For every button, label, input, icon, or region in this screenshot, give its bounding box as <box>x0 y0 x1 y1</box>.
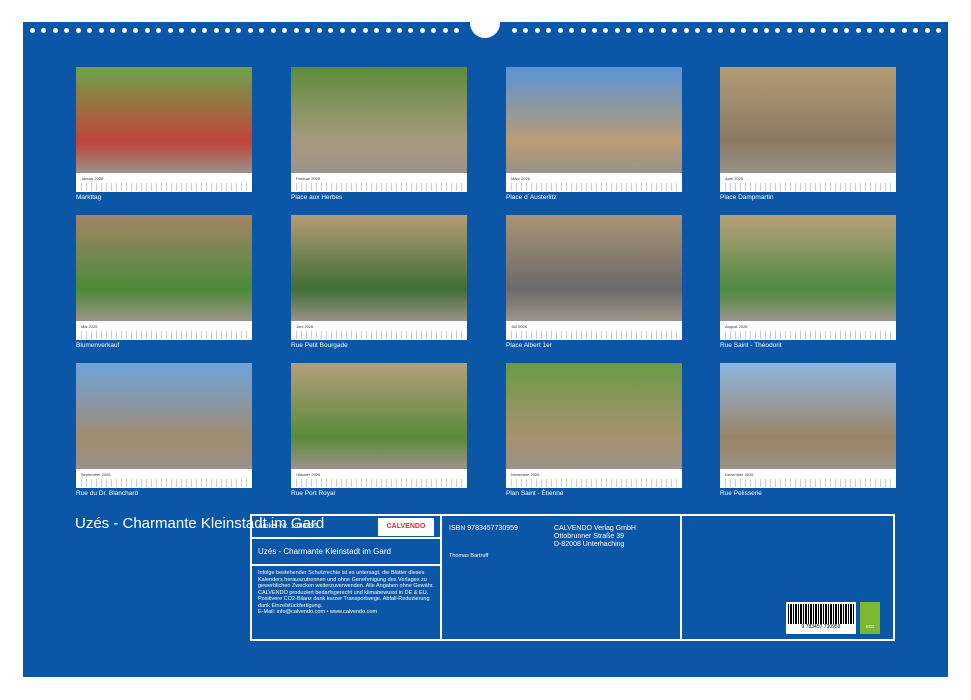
calendar-grid: Dezember 2026 <box>720 469 896 488</box>
photo-caption: Plan Saint - Étienne <box>506 490 682 497</box>
publisher-name: CALVENDO Verlag GmbH <box>554 525 636 533</box>
calendar-grid: Juni 2026 <box>291 321 467 340</box>
photo-caption: Place Albert 1er <box>506 342 682 349</box>
month-photo <box>291 215 467 321</box>
month-label: Juni <box>296 324 303 329</box>
photo-caption: Rue Petit Bourgade <box>291 342 467 349</box>
month-label: Juli <box>511 324 517 329</box>
month-photo <box>720 363 896 469</box>
month-label: August <box>725 324 737 329</box>
eco-leaf-icon: eco <box>860 602 880 634</box>
photo-caption: Rue Saint - Théodorit <box>720 342 896 349</box>
month-page: Februar 2026 Place aux Herbes <box>291 67 467 201</box>
photo-caption: Rue du Dr. Blanchard <box>76 490 252 497</box>
calendar-grid: Mai 2026 <box>76 321 252 340</box>
month-photo <box>76 215 252 321</box>
calendar-grid: Oktober 2026 <box>291 469 467 488</box>
calendar-grid: Februar 2026 <box>291 173 467 192</box>
author: Thomas Bartruff <box>449 553 488 559</box>
month-label: Oktober <box>296 472 310 477</box>
publisher-city: D-82008 Unterhaching <box>554 541 636 549</box>
month-page: Dezember 2026 Rue Pelisserie <box>720 363 896 497</box>
month-photo <box>506 215 682 321</box>
month-label: November <box>511 472 529 477</box>
month-page: September 2026 Rue du Dr. Blanchard <box>76 363 252 497</box>
month-photo <box>506 67 682 173</box>
month-page: April 2026 Place Dampmartin <box>720 67 896 201</box>
legal-text: Infolge bestehender Schutzrechte ist es … <box>258 570 434 609</box>
contact-text: E-Mail: info@calvendo.com • www.calvendo… <box>258 609 434 616</box>
month-photo <box>720 67 896 173</box>
month-label: Februar <box>296 176 310 181</box>
month-photo <box>720 215 896 321</box>
calendar-grid: März 2026 <box>506 173 682 192</box>
calvendo-logo: CALVENDO <box>378 518 434 536</box>
calendar-grid: April 2026 <box>720 173 896 192</box>
photo-caption: Rue Pelisserie <box>720 490 896 497</box>
calendar-grid: Juli 2026 <box>506 321 682 340</box>
month-page: November 2026 Plan Saint - Étienne <box>506 363 682 497</box>
photo-caption: Blumenverkauf <box>76 342 252 349</box>
month-label: Mai <box>81 324 87 329</box>
month-label: März <box>511 176 520 181</box>
month-label: Januar <box>81 176 93 181</box>
month-page: März 2026 Place d´Austerlitz <box>506 67 682 201</box>
calendar-grid: August 2026 <box>720 321 896 340</box>
month-photo <box>291 67 467 173</box>
month-label: April <box>725 176 733 181</box>
photo-caption: Place aux Herbes <box>291 194 467 201</box>
month-page: August 2026 Rue Saint - Théodorit <box>720 215 896 349</box>
article-number: Artikel-Nr. 1986995 <box>258 523 318 530</box>
photo-caption: Place Dampmartin <box>720 194 896 201</box>
photo-caption: Rue Port Royal <box>291 490 467 497</box>
info-box: Artikel-Nr. 1986995 CALVENDO Uzés - Charm… <box>250 514 895 641</box>
calendar-grid: Januar 2026 <box>76 173 252 192</box>
calendar-grid: November 2026 <box>506 469 682 488</box>
month-page: Juli 2026 Place Albert 1er <box>506 215 682 349</box>
product-title: Uzés - Charmante Kleinstadt im Gard <box>252 539 440 566</box>
calendar-grid: September 2026 <box>76 469 252 488</box>
month-photo <box>76 363 252 469</box>
month-label: Dezember <box>725 472 743 477</box>
month-page: Oktober 2026 Rue Port Royal <box>291 363 467 497</box>
month-page: Januar 2026 Markttag <box>76 67 252 201</box>
month-page: Mai 2026 Blumenverkauf <box>76 215 252 349</box>
month-photo <box>76 67 252 173</box>
isbn: ISBN 9783457730959 <box>449 525 518 532</box>
photo-caption: Place d´Austerlitz <box>506 194 682 201</box>
month-photo <box>506 363 682 469</box>
month-page: Juni 2026 Rue Petit Bourgade <box>291 215 467 349</box>
month-label: September <box>81 472 101 477</box>
photo-caption: Markttag <box>76 194 252 201</box>
barcode: 9 783457 730959 <box>786 602 856 634</box>
month-photo <box>291 363 467 469</box>
publisher-street: Ottobrunner Straße 39 <box>554 533 636 541</box>
